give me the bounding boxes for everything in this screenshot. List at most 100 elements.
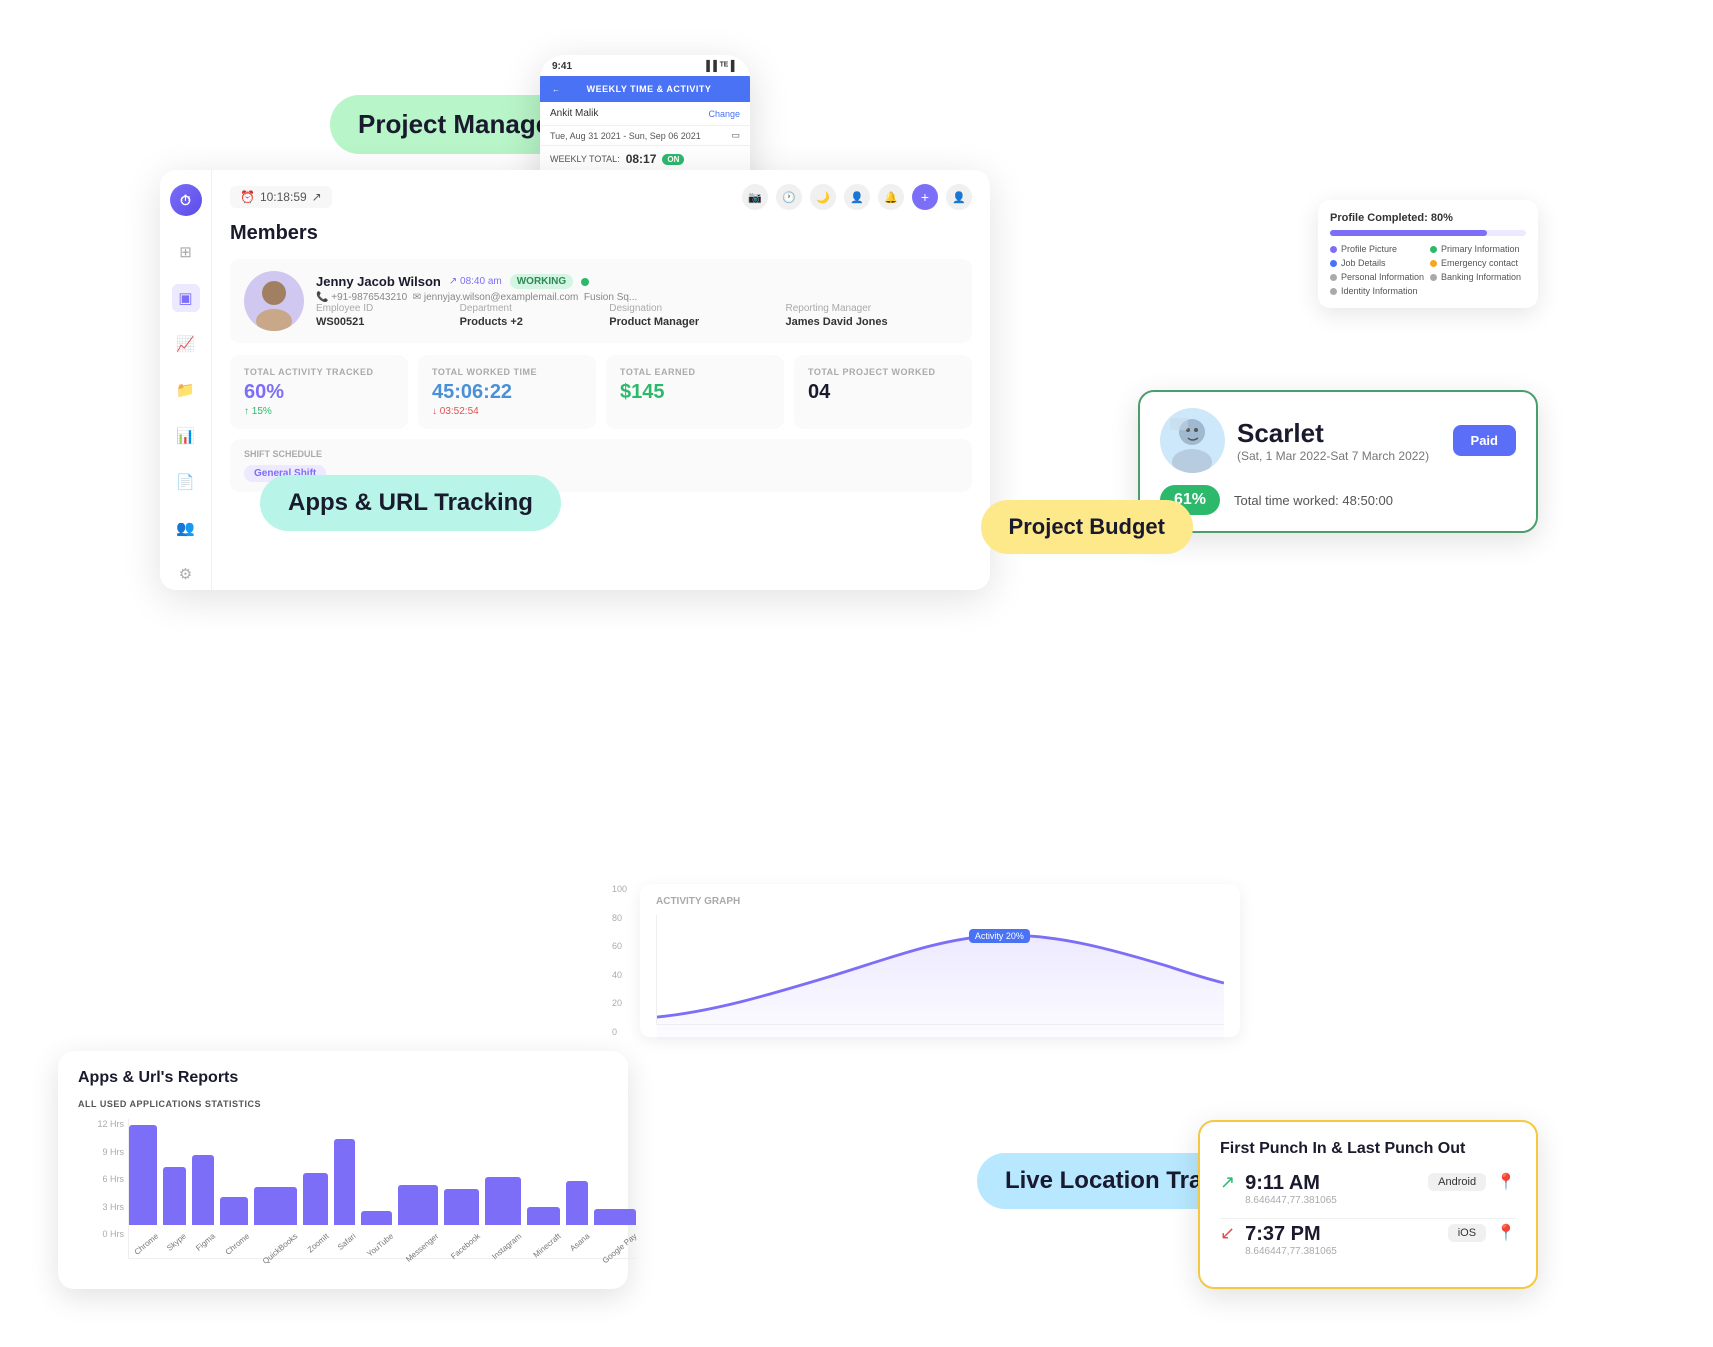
- member-details: Employee ID WS00521 Department Products …: [316, 303, 958, 328]
- payroll-bottom: 61% Total time worked: 48:50:00: [1160, 485, 1516, 515]
- detail-emp-id: Employee ID WS00521: [316, 303, 444, 328]
- punch-in-row: ↗ 9:11 AM 8.646447,77.381065 Android 📍: [1220, 1172, 1516, 1206]
- punch-in-platform: Android: [1428, 1173, 1486, 1191]
- mobile-total-val: 08:17: [626, 152, 657, 166]
- mobile-time: 9:41: [552, 61, 572, 72]
- bar-minecraft: Minecraft: [527, 1207, 560, 1238]
- sidebar-item-docs[interactable]: 📄: [172, 468, 200, 496]
- sidebar-item-team[interactable]: 👥: [172, 514, 200, 542]
- dot-purple: [1330, 246, 1337, 253]
- clock-icon: ⏰: [240, 190, 255, 204]
- bar-instagram: Instagram: [485, 1177, 521, 1238]
- user-icon[interactable]: 👤: [844, 184, 870, 210]
- profile-completed-label: Profile Completed: 80%: [1330, 212, 1526, 224]
- apps-card-title: Apps & Url's Reports: [78, 1069, 608, 1087]
- member-name: Jenny Jacob Wilson: [316, 274, 441, 289]
- payroll-name: Scarlet: [1237, 418, 1429, 449]
- punch-out-platform: iOS: [1448, 1224, 1486, 1242]
- bar-asana: Asana: [566, 1181, 589, 1238]
- mobile-back: ←: [552, 85, 560, 94]
- time-badge: ⏰ 10:18:59 ↗: [230, 186, 332, 208]
- punch-out-coords: 8.646447,77.381065: [1245, 1246, 1337, 1257]
- payroll-card: Scarlet (Sat, 1 Mar 2022-Sat 7 March 202…: [1138, 390, 1538, 533]
- project-budget-badge: Project Budget: [981, 500, 1193, 554]
- avatar-small[interactable]: 👤: [946, 184, 972, 210]
- apps-bar-chart: Chrome Skype Figma Chrome QuickBooks Zoo…: [128, 1119, 636, 1259]
- dot-gray-banking: [1430, 274, 1437, 281]
- page-title: Members: [230, 222, 972, 245]
- dot-blue-job: [1330, 260, 1337, 267]
- bar-facebook: Facebook: [444, 1189, 479, 1238]
- sidebar: ⏱ ⊞ ▣ 📈 📁 📊 📄 👥 ⚙: [160, 170, 212, 590]
- mobile-status-bar: 9:41 ▐▐ ᵀᴱ ▌: [540, 55, 750, 76]
- bar-zoomit: ZoomIt: [303, 1173, 328, 1238]
- mobile-signal: ▐▐ ᵀᴱ ▌: [703, 61, 738, 72]
- sidebar-item-projects[interactable]: 📁: [172, 376, 200, 404]
- dot-green: [1430, 246, 1437, 253]
- payroll-name-block: Scarlet (Sat, 1 Mar 2022-Sat 7 March 202…: [1237, 418, 1429, 463]
- mobile-date: Tue, Aug 31 2021 - Sun, Sep 06 2021: [550, 131, 701, 141]
- dot-orange: [1430, 260, 1437, 267]
- pin-icon-in: 📍: [1496, 1172, 1516, 1192]
- bar-chrome2: Chrome: [220, 1197, 248, 1238]
- stats-row: TOTAL ACTIVITY TRACKED 60% ↑ 15% TOTAL W…: [230, 355, 972, 429]
- bar-googlepay: Google Pay: [594, 1209, 636, 1238]
- bar-messenger: Messenger: [398, 1185, 438, 1238]
- member-status-badge: WORKING: [510, 274, 573, 289]
- bar-quickbooks: QuickBooks: [254, 1187, 297, 1238]
- dot-gray-identity: [1330, 288, 1337, 295]
- member-info: Jenny Jacob Wilson ↗ 08:40 am WORKING 📞 …: [316, 274, 958, 328]
- dot-gray-personal: [1330, 274, 1337, 281]
- profile-progress-bar-fill: [1330, 230, 1487, 236]
- sidebar-item-settings[interactable]: ⚙: [172, 560, 200, 588]
- activity-graph-title: ACTIVITY GRAPH: [656, 896, 1224, 907]
- apps-url-badge: Apps & URL Tracking: [260, 475, 561, 531]
- activity-tooltip: Activity 20%: [969, 929, 1030, 943]
- stat-worked: TOTAL WORKED TIME 45:06:22 ↓ 03:52:54: [418, 355, 596, 429]
- sidebar-logo: ⏱: [170, 184, 202, 216]
- member-row: Jenny Jacob Wilson ↗ 08:40 am WORKING 📞 …: [230, 259, 972, 343]
- profile-items: Profile Picture Primary Information Job …: [1330, 244, 1526, 296]
- screenshot-icon[interactable]: 📷: [742, 184, 768, 210]
- profile-item-picture: Profile Picture: [1330, 244, 1426, 254]
- mobile-change-btn[interactable]: Change: [708, 109, 740, 119]
- clock-small-icon[interactable]: 🕐: [776, 184, 802, 210]
- bell-icon[interactable]: 🔔: [878, 184, 904, 210]
- activity-chart: Activity 20%: [656, 915, 1224, 1025]
- location-title: First Punch In & Last Punch Out: [1220, 1140, 1516, 1158]
- checkin-time: ↗ 08:40 am: [449, 276, 502, 287]
- pin-icon-out: 📍: [1496, 1223, 1516, 1243]
- bar-chrome: Chrome: [129, 1125, 157, 1238]
- profile-progress-bar-bg: [1330, 230, 1526, 236]
- sidebar-item-dashboard[interactable]: ⊞: [172, 238, 200, 266]
- apps-reports-card: Apps & Url's Reports ALL USED APPLICATIO…: [58, 1051, 628, 1289]
- profile-item-job: Job Details: [1330, 258, 1426, 268]
- mobile-header: ← WEEKLY TIME & ACTIVITY: [540, 76, 750, 102]
- mobile-on-badge: ON: [662, 154, 684, 165]
- mobile-user-row: Ankit Malik Change: [540, 102, 750, 125]
- punch-out-details: 7:37 PM 8.646447,77.381065: [1245, 1223, 1337, 1257]
- payroll-date: (Sat, 1 Mar 2022-Sat 7 March 2022): [1237, 449, 1429, 463]
- profile-item-emergency: Emergency contact: [1430, 258, 1526, 268]
- mobile-user: Ankit Malik: [550, 108, 598, 119]
- profile-item-identity: Identity Information: [1330, 286, 1426, 296]
- sidebar-item-reports[interactable]: 📊: [172, 422, 200, 450]
- bar-youtube: YouTube: [361, 1211, 392, 1238]
- punch-out-row: ↙ 7:37 PM 8.646447,77.381065 iOS 📍: [1220, 1223, 1516, 1257]
- moon-icon[interactable]: 🌙: [810, 184, 836, 210]
- top-right-icons: 📷 🕐 🌙 👤 🔔 + 👤: [742, 184, 972, 210]
- sidebar-item-activity[interactable]: 📈: [172, 330, 200, 358]
- online-dot: [581, 278, 589, 286]
- add-btn[interactable]: +: [912, 184, 938, 210]
- profile-item-primary: Primary Information: [1430, 244, 1526, 254]
- activity-y-axis: 100 80 60 40 20 0: [612, 884, 627, 1037]
- detail-designation: Designation Product Manager: [609, 303, 769, 328]
- sidebar-item-members[interactable]: ▣: [172, 284, 200, 312]
- paid-button[interactable]: Paid: [1453, 425, 1516, 456]
- punch-in-details: 9:11 AM 8.646447,77.381065: [1245, 1172, 1337, 1206]
- punch-out-time: 7:37 PM: [1245, 1223, 1337, 1246]
- stat-projects: TOTAL PROJECT WORKED 04: [794, 355, 972, 429]
- activity-graph-card: ACTIVITY GRAPH 100 80 60 40 20 0: [640, 884, 1240, 1037]
- punch-in-coords: 8.646447,77.381065: [1245, 1195, 1337, 1206]
- profile-card: Profile Completed: 80% Profile Picture P…: [1318, 200, 1538, 308]
